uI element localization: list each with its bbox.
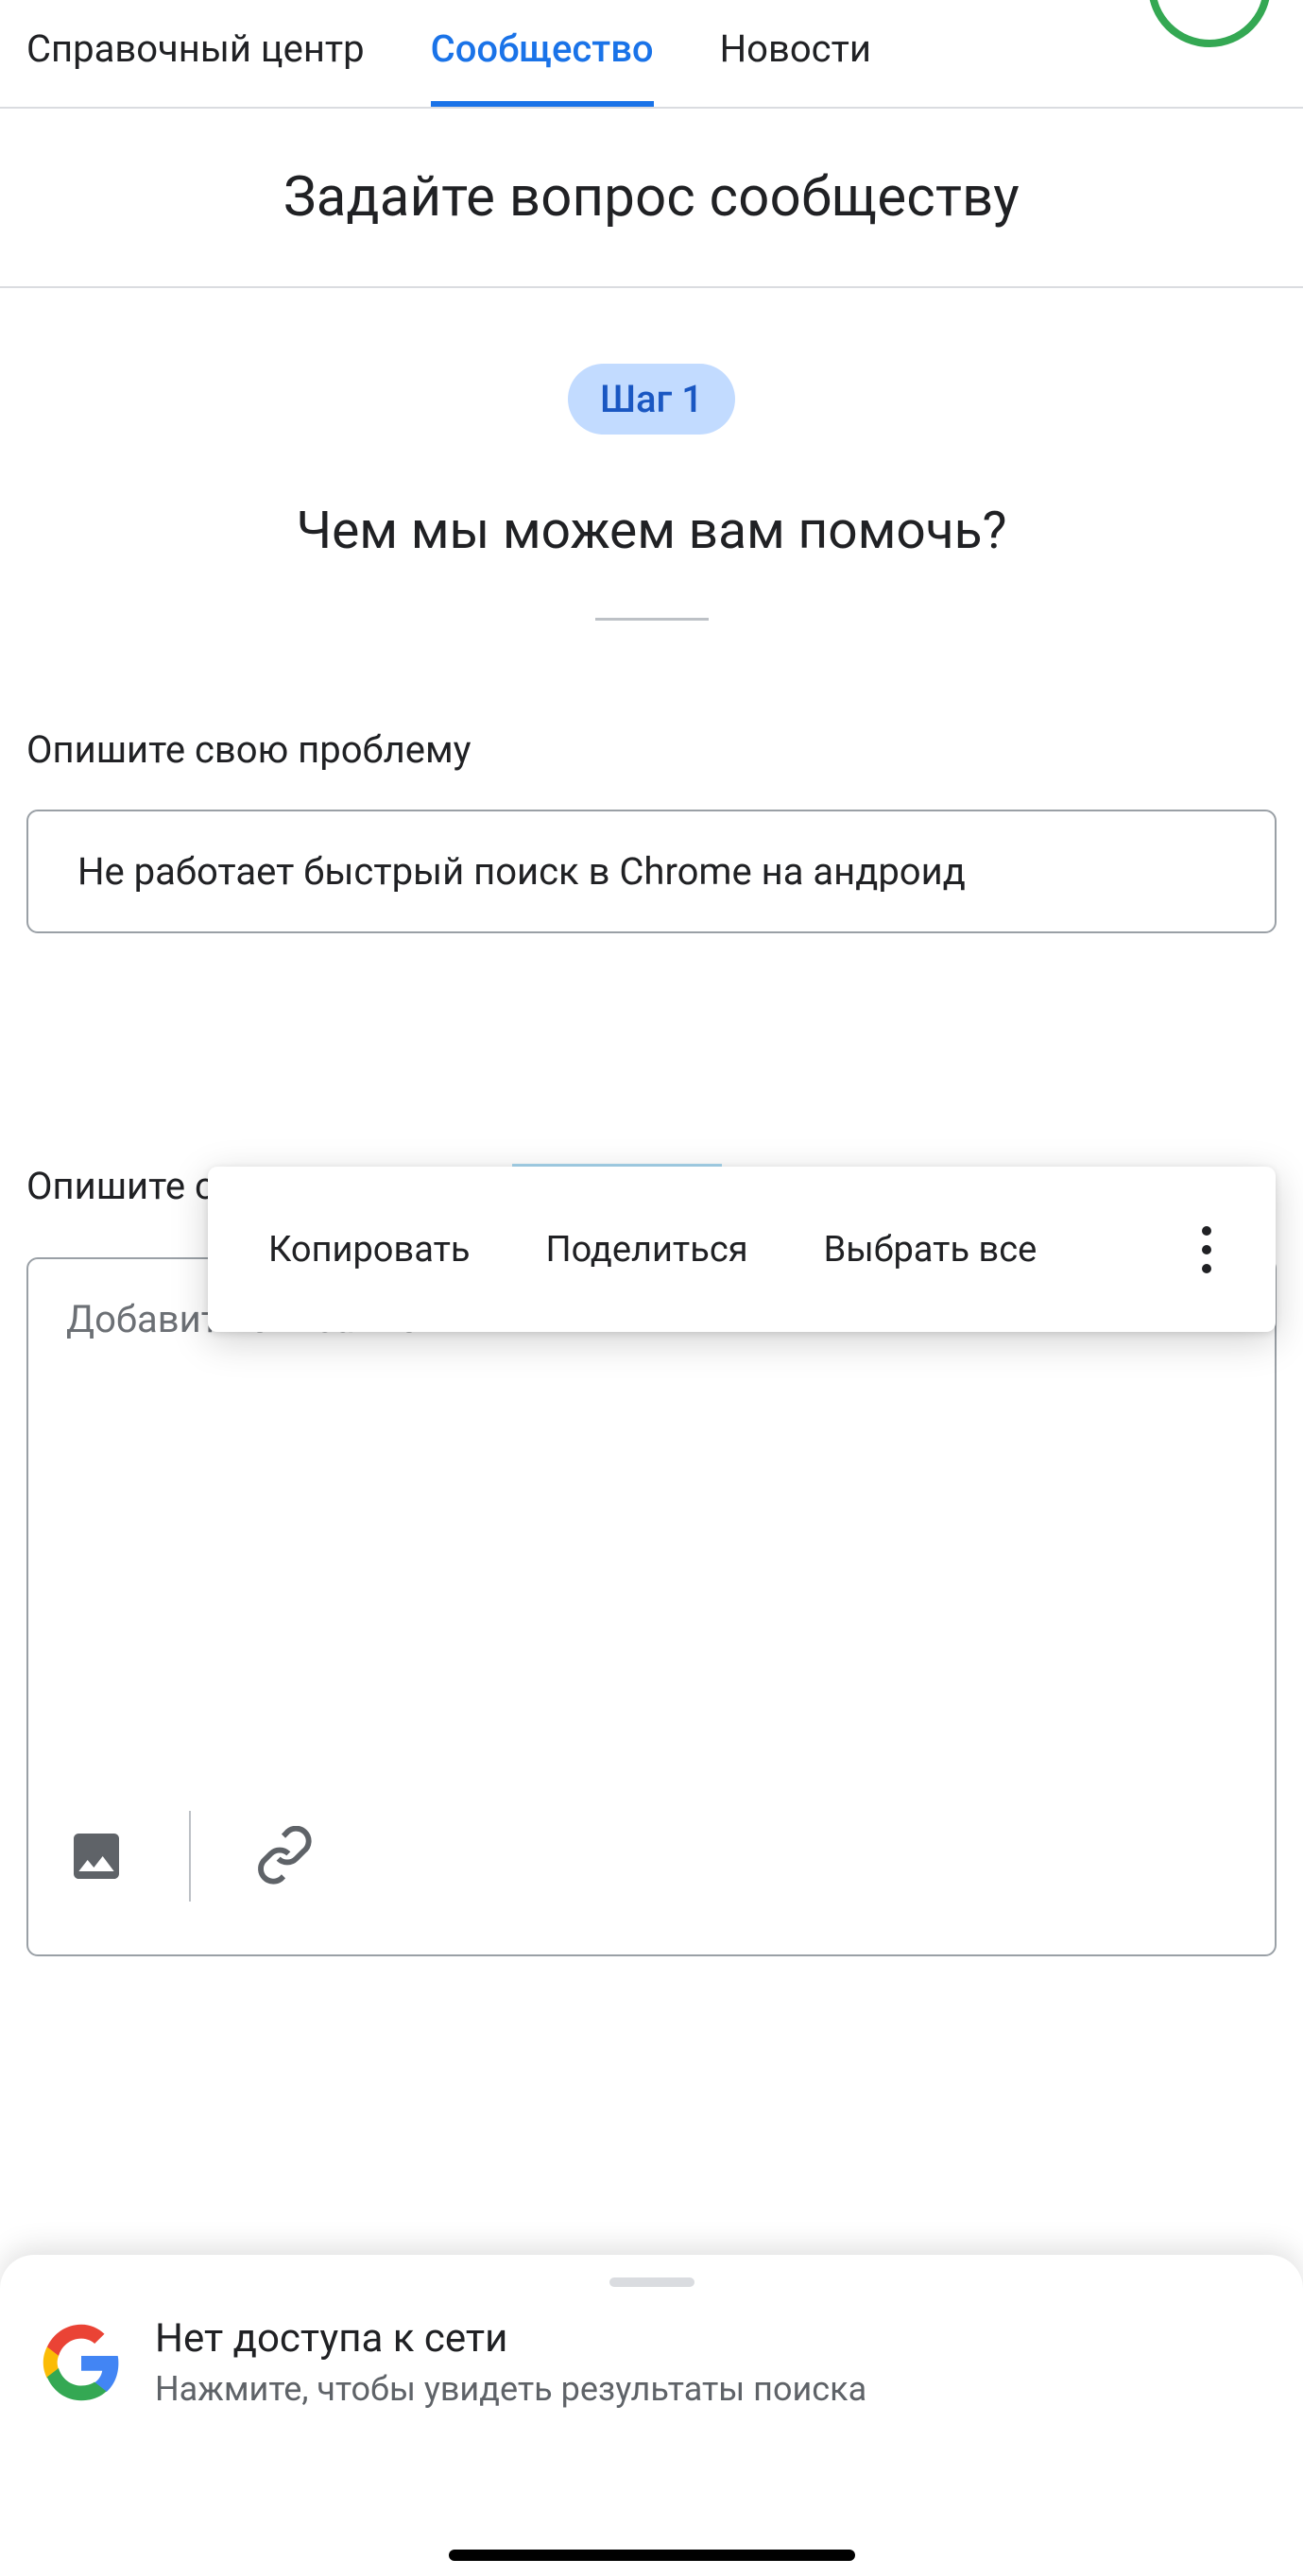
label-describe-problem: Опишите свою проблему <box>26 725 1277 776</box>
sheet-title: Нет доступа к сети <box>155 2315 866 2362</box>
step-chip: Шаг 1 <box>568 364 735 435</box>
context-menu-share[interactable]: Поделиться <box>545 1229 747 1271</box>
google-g-icon <box>42 2323 121 2402</box>
text-selection-context-menu: Копировать Поделиться Выбрать все <box>208 1167 1276 1332</box>
editor-toolbar <box>28 1811 1275 1954</box>
step-subtitle: Чем мы можем вам помочь? <box>0 501 1303 561</box>
android-nav-pill[interactable] <box>449 2550 855 2561</box>
sheet-grabber[interactable] <box>609 2277 694 2287</box>
context-menu-more-icon[interactable] <box>1183 1226 1230 1273</box>
tabs: Справочный центр Сообщество Новости <box>0 0 1303 107</box>
page-title: Задайте вопрос сообществу <box>0 109 1303 286</box>
context-menu-copy[interactable]: Копировать <box>268 1229 470 1271</box>
link-icon[interactable] <box>253 1826 314 1886</box>
tab-news[interactable]: Новости <box>720 26 871 107</box>
image-icon[interactable] <box>66 1826 127 1886</box>
google-search-sheet[interactable]: Нет доступа к сети Нажмите, чтобы увидет… <box>0 2255 1303 2576</box>
toolbar-divider <box>189 1811 191 1902</box>
problem-description-box[interactable]: Добавить описание <box>26 1257 1277 1956</box>
description-placeholder: Добавить описание <box>28 1259 1275 1811</box>
problem-title-input[interactable]: Не работает быстрый поиск в Chrome на ан… <box>26 810 1277 933</box>
tab-help-center[interactable]: Справочный центр <box>26 26 365 107</box>
tab-community[interactable]: Сообщество <box>431 26 654 107</box>
sheet-subtitle: Нажмите, чтобы увидеть результаты поиска <box>155 2369 866 2409</box>
subtitle-rule <box>595 618 709 621</box>
divider <box>0 286 1303 288</box>
context-menu-select-all[interactable]: Выбрать все <box>824 1229 1037 1271</box>
